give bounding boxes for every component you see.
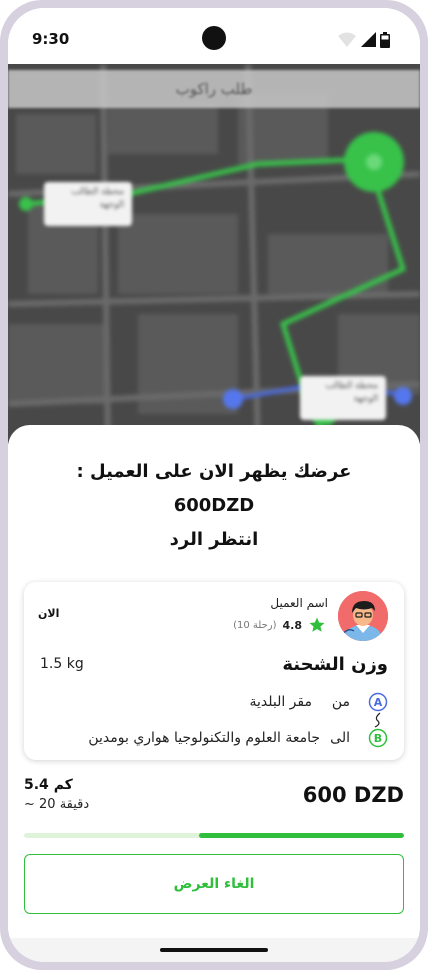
map-pin-label-line2: الوجهة (353, 394, 378, 404)
trip-duration: ~ 20 دقيقة (24, 797, 90, 812)
home-indicator[interactable] (160, 948, 268, 952)
svg-text:B: B (374, 732, 382, 745)
wifi-icon (338, 32, 356, 47)
map-title: طلب راكوب (8, 70, 420, 108)
map-pin-label-line1: محطة الطالب (325, 381, 378, 391)
offer-price: 600 DZD (302, 783, 404, 807)
shipment-card: الان اسم العميل 4.8 (10 رحلة) وزن الشحنة… (24, 582, 404, 760)
from-label: من (331, 694, 350, 710)
status-time: 9:30 (32, 30, 70, 48)
waiting-progress-fill (198, 833, 404, 838)
offer-amount: 600DZD (173, 495, 255, 516)
to-label: الى (330, 730, 350, 746)
system-icons (338, 32, 398, 48)
status-bar: 9:30 (8, 8, 420, 64)
screen: 9:30 طلب راكوب محطة الطالب الوجهة محطة ا… (8, 8, 420, 962)
trip-count: (10 رحلة) (233, 619, 277, 631)
signal-icon (361, 32, 376, 47)
star-icon (309, 617, 325, 632)
map-pin-label-line1: محطة الطالب (71, 187, 124, 197)
offer-bottom-sheet: عرضك يظهر الان على العميل : 600DZD انتظر… (8, 425, 420, 940)
location-a-icon: A (368, 692, 388, 712)
rating-value: 4.8 (282, 618, 303, 632)
map-view[interactable]: طلب راكوب محطة الطالب الوجهة محطة الطالب… (8, 64, 420, 444)
offer-status-text: عرضك يظهر الان على العميل : (76, 461, 352, 482)
client-name: اسم العميل (270, 596, 328, 610)
map-pin-label: محطة الطالب الوجهة (44, 182, 132, 226)
camera-cutout (202, 26, 226, 50)
map-pin-label: محطة الطالب الوجهة (300, 376, 386, 420)
avatar[interactable] (338, 591, 388, 641)
device-frame: 9:30 طلب راكوب محطة الطالب الوجهة محطة ا… (0, 0, 428, 970)
weight-label: وزن الشحنة (282, 654, 388, 675)
battery-icon (380, 32, 390, 48)
avatar-icon (338, 591, 388, 641)
client-rating: 4.8 (10 رحلة) (233, 616, 326, 634)
trip-distance: 5.4 كم (24, 777, 73, 793)
svg-text:A: A (374, 696, 383, 709)
location-b-icon: B (368, 728, 388, 748)
system-nav-bar (8, 938, 420, 962)
weight-value: 1.5 kg (40, 656, 84, 672)
waiting-progress-bar (24, 833, 404, 838)
dropoff-address: جامعة العلوم والتكنولوجيا هواري بومدين (88, 730, 320, 746)
waiting-text: انتظر الرد (169, 529, 259, 550)
time-label: الان (38, 607, 60, 620)
pickup-address: مقر البلدية (249, 694, 312, 710)
map-pin-label-line2: الوجهة (99, 200, 124, 210)
route-link-icon (374, 712, 381, 728)
cancel-offer-button[interactable]: الغاء العرض (24, 854, 404, 914)
